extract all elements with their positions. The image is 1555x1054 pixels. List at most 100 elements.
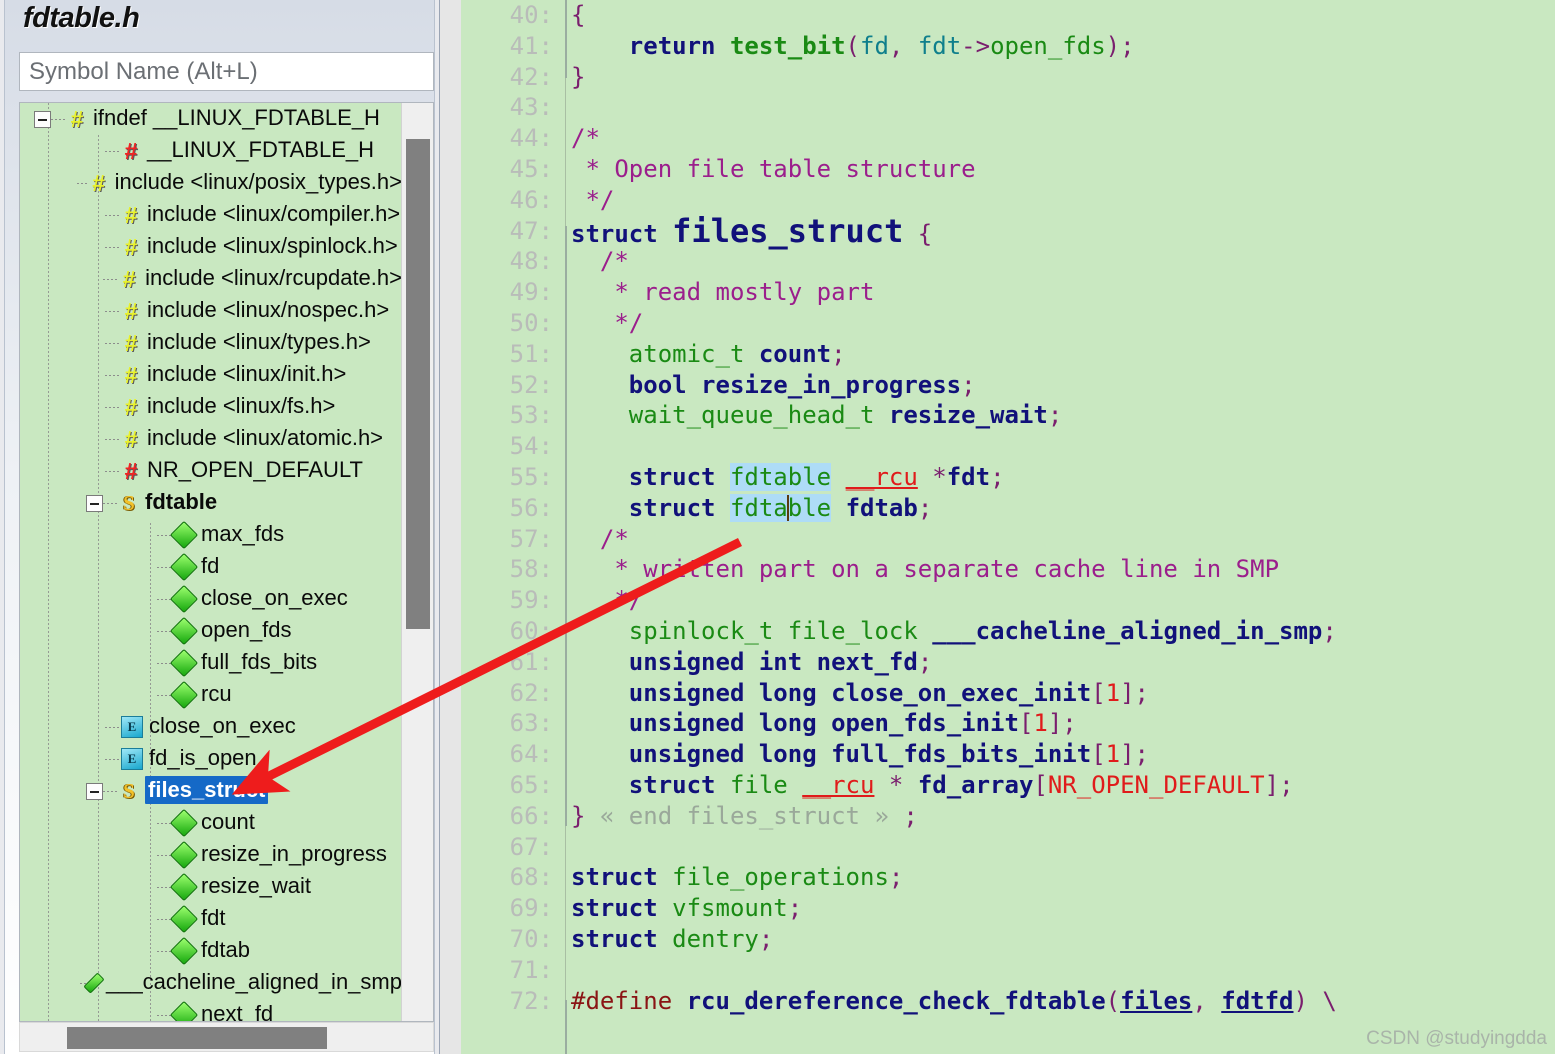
tree-horizontal-scrollbar[interactable] <box>19 1022 434 1052</box>
tree-item-include-linux-types-h-[interactable]: # include <linux/types.h> <box>20 327 402 359</box>
code-line[interactable]: 44: /* <box>461 123 1555 154</box>
code-line[interactable]: 45: * Open file table structure <box>461 154 1555 185</box>
tree-expander-collapse-icon[interactable] <box>86 782 103 800</box>
hash-yellow-icon: # <box>122 266 136 292</box>
tree-item-count[interactable]: count <box>20 807 402 839</box>
code-line[interactable]: 72: #define rcu_dereference_check_fdtable… <box>461 986 1555 1017</box>
member-icon <box>169 648 199 678</box>
tree-item-max_fds[interactable]: max_fds <box>20 519 402 551</box>
tree-item-fdt[interactable]: fdt <box>20 903 402 935</box>
tree-item-open_fds[interactable]: open_fds <box>20 615 402 647</box>
tree-item-next_fd[interactable]: next_fd <box>20 999 402 1021</box>
code-line[interactable]: 61: unsigned int next_fd; <box>461 647 1555 678</box>
code-line[interactable]: 55: struct fdtable __rcu *fdt; <box>461 462 1555 493</box>
code-line[interactable]: 42:} <box>461 62 1555 93</box>
code-line[interactable]: 67: <box>461 832 1555 863</box>
tree-item-close_on_exec[interactable]: close_on_exec <box>20 583 402 615</box>
code-editor[interactable]: 40:{41: return test_bit(fd, fdt->open_fd… <box>461 0 1555 1054</box>
code-line[interactable]: 56: struct fdtable fdtab; <box>461 493 1555 524</box>
code-line[interactable]: 51: atomic_t count; <box>461 339 1555 370</box>
line-number: 53: <box>509 401 553 430</box>
tree-horizontal-scroll-thumb[interactable] <box>67 1027 327 1049</box>
code-line[interactable]: 68: struct file_operations; <box>461 862 1555 893</box>
code-line[interactable]: 57: /* <box>461 524 1555 555</box>
tree-item-include-linux-rcupdate-h-[interactable]: # include <linux/rcupdate.h> <box>20 263 402 295</box>
code-line[interactable]: 46: */ <box>461 185 1555 216</box>
code-line[interactable]: 40:{ <box>461 0 1555 31</box>
tree-item-resize_in_progress[interactable]: resize_in_progress <box>20 839 402 871</box>
tree-item-label: resize_wait <box>201 873 312 898</box>
tree-item-nr_open_default[interactable]: # NR_OPEN_DEFAULT <box>20 455 402 487</box>
code-line[interactable]: 69: struct vfsmount; <box>461 893 1555 924</box>
line-code: */ <box>571 185 615 214</box>
code-line[interactable]: 60: spinlock_t file_lock ___cacheline_al… <box>461 616 1555 647</box>
tree-item-include-linux-spinlock-h-[interactable]: # include <linux/spinlock.h> <box>20 231 402 263</box>
code-line[interactable]: 43: <box>461 92 1555 123</box>
line-code: } « end files_struct » ; <box>571 801 918 830</box>
tree-item-fd_is_open[interactable]: Efd_is_open <box>20 743 402 775</box>
line-number: 63: <box>509 709 553 738</box>
tree-vertical-scroll-thumb[interactable] <box>406 139 430 629</box>
code-line[interactable]: 53: wait_queue_head_t resize_wait; <box>461 400 1555 431</box>
tree-item-files_struct[interactable]: Sfiles_struct <box>20 775 402 807</box>
line-code: /* <box>571 247 629 276</box>
tree-item-rcu[interactable]: rcu <box>20 679 402 711</box>
tree-item-__linux_fdtable_h[interactable]: # __LINUX_FDTABLE_H <box>20 135 402 167</box>
code-line[interactable]: 66:} « end files_struct » ; <box>461 801 1555 832</box>
tree-item-fd[interactable]: fd <box>20 551 402 583</box>
tree-item-include-linux-atomic-h-[interactable]: # include <linux/atomic.h> <box>20 423 402 455</box>
line-code: /* <box>571 524 629 553</box>
line-number: 54: <box>509 432 553 461</box>
tree-item-label: fdtable <box>145 489 218 514</box>
tree-item-close_on_exec[interactable]: Eclose_on_exec <box>20 711 402 743</box>
tree-item-label: include <linux/posix_types.h> <box>114 169 402 194</box>
tree-vertical-scrollbar[interactable] <box>401 103 433 1021</box>
code-line[interactable]: 47: struct files_struct { <box>461 215 1555 248</box>
code-line[interactable]: 58: * written part on a separate cache l… <box>461 554 1555 585</box>
tree-expander-collapse-icon[interactable] <box>34 110 51 128</box>
tree-item-resize_wait[interactable]: resize_wait <box>20 871 402 903</box>
tree-item-include-linux-nospec-h-[interactable]: # include <linux/nospec.h> <box>20 295 402 327</box>
line-number: 61: <box>509 647 553 676</box>
tree-expander-collapse-icon[interactable] <box>86 494 103 512</box>
code-line[interactable]: 59: */ <box>461 585 1555 616</box>
function-icon: E <box>121 748 143 770</box>
hash-yellow-icon: # <box>92 170 105 196</box>
code-line[interactable]: 65: struct file __rcu * fd_array[NR_OPEN… <box>461 770 1555 801</box>
code-line[interactable]: 71: <box>461 955 1555 986</box>
code-line[interactable]: 50: */ <box>461 308 1555 339</box>
code-line[interactable]: 70: struct dentry; <box>461 924 1555 955</box>
tree-item-label: include <linux/atomic.h> <box>147 425 384 450</box>
code-line[interactable]: 62: unsigned long close_on_exec_init[1]; <box>461 678 1555 709</box>
tree-item-ifndef-__linux_fdtable_h[interactable]: # ifndef __LINUX_FDTABLE_H <box>20 103 402 135</box>
tree-item-fdtable[interactable]: Sfdtable <box>20 487 402 519</box>
code-line[interactable]: 52: bool resize_in_progress; <box>461 370 1555 401</box>
code-line[interactable]: 49: * read mostly part <box>461 277 1555 308</box>
line-code: bool resize_in_progress; <box>628 370 976 399</box>
tree-item-include-linux-compiler-h-[interactable]: # include <linux/compiler.h> <box>20 199 402 231</box>
hash-yellow-icon: # <box>124 298 138 324</box>
code-line[interactable]: 54: <box>461 431 1555 462</box>
member-icon <box>169 904 199 934</box>
line-number: 46: <box>509 185 553 214</box>
tree-item-fdtab[interactable]: fdtab <box>20 935 402 967</box>
tree-item-label: count <box>201 809 255 834</box>
code-line[interactable]: 64: unsigned long full_fds_bits_init[1]; <box>461 739 1555 770</box>
tree-item-___cacheline_aligned_in_smp[interactable]: ___cacheline_aligned_in_smp <box>20 967 402 999</box>
symbol-tree[interactable]: # ifndef __LINUX_FDTABLE_H # __LINUX_FDTABL… <box>19 102 434 1022</box>
code-line[interactable]: 48: /* <box>461 246 1555 277</box>
line-code: struct vfsmount; <box>571 894 803 923</box>
tree-item-include-linux-fs-h-[interactable]: # include <linux/fs.h> <box>20 391 402 423</box>
code-fold-guide <box>565 1000 576 1054</box>
tree-item-full_fds_bits[interactable]: full_fds_bits <box>20 647 402 679</box>
search-input[interactable]: Symbol Name (Alt+L) <box>19 52 434 91</box>
tree-item-include-linux-init-h-[interactable]: # include <linux/init.h> <box>20 359 402 391</box>
tree-item-include-linux-posix_types-h-[interactable]: # include <linux/posix_types.h> <box>20 167 402 199</box>
line-code: * read mostly part <box>571 278 875 307</box>
page-title: fdtable.h <box>23 2 140 34</box>
code-line[interactable]: 41: return test_bit(fd, fdt->open_fds); <box>461 31 1555 62</box>
member-icon <box>83 972 105 994</box>
code-line[interactable]: 63: unsigned long open_fds_init[1]; <box>461 708 1555 739</box>
hash-yellow-icon: # <box>124 202 138 228</box>
line-code: */ <box>571 586 644 615</box>
